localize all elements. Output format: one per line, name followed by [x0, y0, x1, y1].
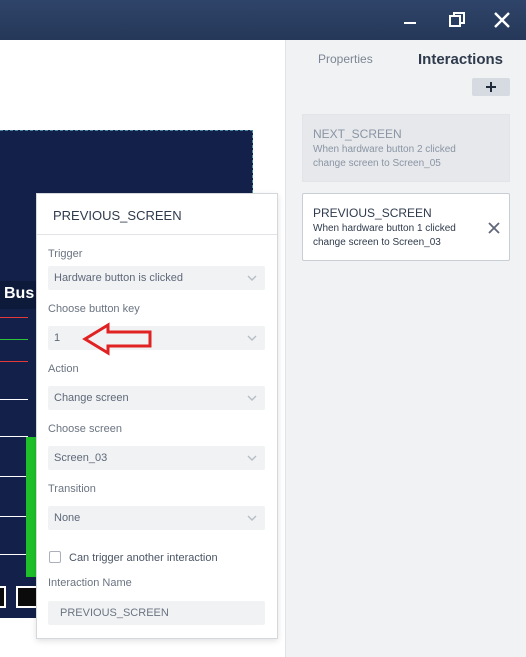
screen-select[interactable]: Screen_03: [48, 446, 265, 470]
chain-interaction-label: Can trigger another interaction: [69, 552, 218, 564]
preview-line: [0, 399, 28, 400]
trigger-label: Trigger: [48, 248, 83, 260]
preview-line: [0, 436, 28, 437]
interaction-title: NEXT_SCREEN: [313, 127, 402, 141]
tab-interactions[interactable]: Interactions: [418, 51, 503, 68]
chevron-down-icon: [247, 515, 257, 521]
interaction-name-input[interactable]: [48, 601, 265, 625]
interaction-name-label: Interaction Name: [48, 577, 132, 589]
delete-interaction-icon[interactable]: [487, 221, 501, 235]
button-key-label: Choose button key: [48, 303, 140, 315]
preview-line: [0, 339, 28, 340]
interaction-card-previous-screen[interactable]: PREVIOUS_SCREEN When hardware button 1 c…: [302, 193, 510, 261]
bus-header: Bus: [0, 281, 40, 309]
transition-select[interactable]: None: [48, 506, 265, 530]
interaction-desc: When hardware button 1 clicked: [313, 223, 456, 234]
screen-value: Screen_03: [54, 452, 108, 464]
action-value: Change screen: [54, 392, 129, 404]
title-bar: [0, 0, 526, 40]
action-select[interactable]: Change screen: [48, 386, 265, 410]
preview-box: [0, 586, 6, 608]
interaction-card-next-screen[interactable]: NEXT_SCREEN When hardware button 2 click…: [302, 114, 510, 182]
chevron-down-icon: [247, 275, 257, 281]
tab-properties[interactable]: Properties: [318, 52, 373, 66]
editor-header: PREVIOUS_SCREEN: [37, 194, 277, 235]
preview-line: [0, 317, 28, 318]
preview-line: [0, 554, 28, 555]
chain-interaction-checkbox[interactable]: [49, 551, 61, 563]
interaction-desc: When hardware button 2 clicked: [313, 144, 456, 155]
interaction-title: PREVIOUS_SCREEN: [313, 206, 432, 220]
right-panel: Properties Interactions NEXT_SCREEN When…: [285, 40, 526, 657]
transition-value: None: [54, 512, 81, 524]
chevron-down-icon: [247, 335, 257, 341]
minimize-icon: [404, 22, 416, 24]
bus-label: Bus: [4, 285, 35, 302]
minimize-button[interactable]: [398, 8, 422, 32]
button-key-select[interactable]: 1: [48, 326, 265, 350]
preview-line: [0, 476, 28, 477]
screen-label: Choose screen: [48, 423, 122, 435]
plus-icon: [486, 82, 496, 92]
trigger-select[interactable]: Hardware button is clicked: [48, 266, 265, 290]
chevron-down-icon: [247, 455, 257, 461]
interaction-desc: change screen to Screen_05: [313, 158, 441, 169]
preview-line: [0, 361, 28, 362]
trigger-value: Hardware button is clicked: [54, 272, 184, 284]
interaction-desc: change screen to Screen_03: [313, 237, 441, 248]
preview-line: [0, 516, 28, 517]
add-interaction-button[interactable]: [472, 78, 510, 96]
editor-title: PREVIOUS_SCREEN: [53, 208, 182, 223]
action-label: Action: [48, 363, 79, 375]
restore-icon: [449, 12, 465, 27]
restore-button[interactable]: [445, 8, 469, 32]
interaction-editor: PREVIOUS_SCREEN Trigger Hardware button …: [36, 193, 278, 639]
transition-label: Transition: [48, 483, 96, 495]
red-arrow-icon: [82, 322, 152, 356]
button-key-value: 1: [54, 332, 61, 344]
chevron-down-icon: [247, 395, 257, 401]
close-icon: [494, 12, 510, 28]
close-window-button[interactable]: [490, 8, 514, 32]
